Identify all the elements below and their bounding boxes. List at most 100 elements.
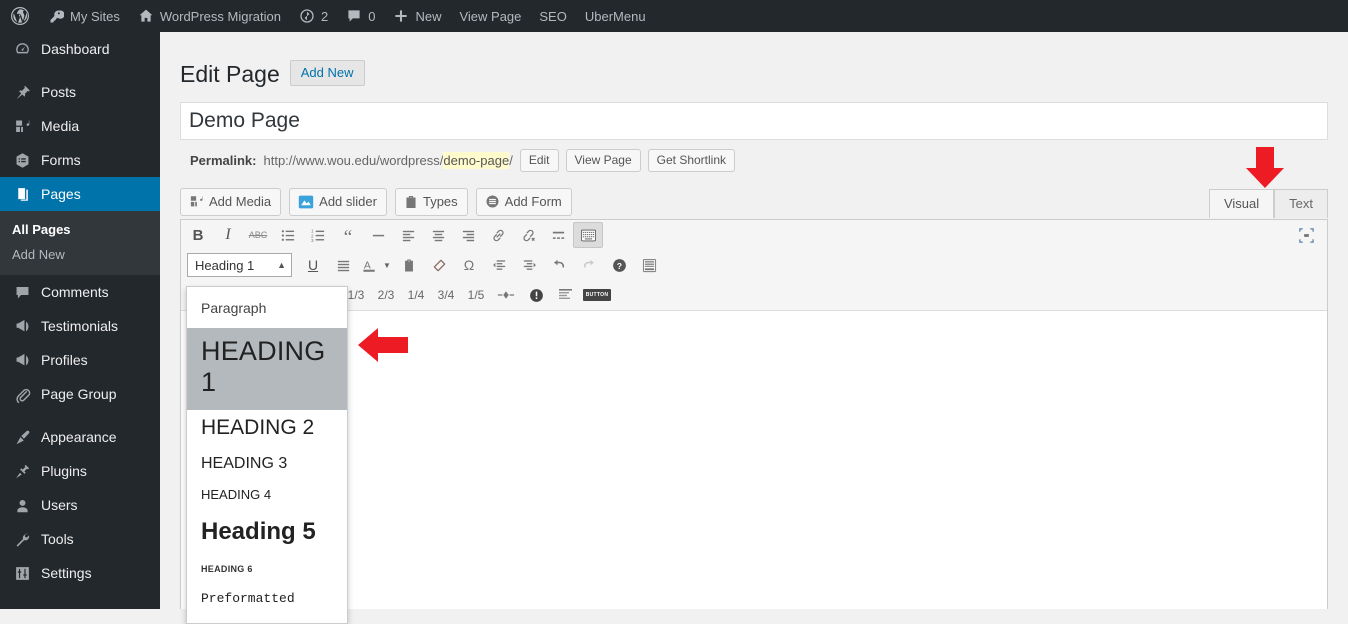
admin-bar-item-seo[interactable]: SEO (530, 0, 575, 32)
add-new-page-button[interactable]: Add New (289, 60, 365, 86)
sidebar-submenu-pages: All Pages Add New (0, 211, 160, 275)
sidebar-item-label: Comments (41, 284, 109, 300)
column-three-fourths-button[interactable]: 3/4 (431, 288, 461, 302)
bold-icon[interactable]: B (183, 222, 213, 248)
outdent-icon[interactable] (484, 252, 514, 278)
justify-icon[interactable] (328, 252, 358, 278)
column-two-thirds-button[interactable]: 2/3 (371, 288, 401, 302)
format-option-heading-6[interactable]: HEADING 6 (187, 557, 347, 582)
add-slider-button[interactable]: Add slider (289, 188, 387, 216)
divider-icon[interactable] (491, 282, 521, 308)
sidebar-item-posts[interactable]: Posts (0, 75, 160, 109)
horizontal-rule-icon[interactable] (363, 222, 393, 248)
admin-bar-item-ubermenu[interactable]: UberMenu (576, 0, 655, 32)
strikethrough-icon[interactable]: ABC (243, 222, 273, 248)
underline-icon[interactable]: U (298, 252, 328, 278)
sidebar-item-label: Users (41, 497, 78, 513)
numbered-list-icon[interactable]: 1 2 3 (303, 222, 333, 248)
toggle-block-icon[interactable] (551, 282, 581, 308)
clear-formatting-icon[interactable] (424, 252, 454, 278)
format-option-heading-5[interactable]: Heading 5 (187, 510, 347, 557)
format-option-paragraph[interactable]: Paragraph (187, 291, 347, 328)
link-icon[interactable] (483, 222, 513, 248)
add-media-button[interactable]: Add Media (180, 188, 282, 216)
column-one-fourth-button[interactable]: 1/4 (401, 288, 431, 302)
paste-as-text-icon[interactable] (394, 252, 424, 278)
toggle-toolbar-icon[interactable] (573, 222, 603, 248)
format-option-heading-2[interactable]: HEADING 2 (187, 410, 347, 449)
permalink-label: Permalink: (190, 152, 257, 168)
sidebar-item-testimonials[interactable]: Testimonials (0, 309, 160, 343)
admin-bar-label: View Page (459, 8, 522, 24)
wordpress-logo-icon[interactable] (0, 0, 40, 32)
special-character-icon[interactable]: Ω (454, 252, 484, 278)
get-shortlink-button[interactable]: Get Shortlink (647, 148, 736, 172)
align-left-icon[interactable] (393, 222, 423, 248)
sidebar-item-tools[interactable]: Tools (0, 522, 160, 556)
unlink-icon[interactable] (513, 222, 543, 248)
fullscreen-expand-icon[interactable] (1291, 222, 1321, 248)
read-more-icon[interactable] (543, 222, 573, 248)
sidebar-subitem-add-new[interactable]: Add New (0, 242, 160, 267)
indent-icon[interactable] (514, 252, 544, 278)
column-one-fifth-button[interactable]: 1/5 (461, 288, 491, 302)
alert-icon[interactable] (521, 282, 551, 308)
view-page-button[interactable]: View Page (565, 148, 641, 172)
admin-bar-item-my-sites[interactable]: My Sites (40, 0, 129, 32)
undo-icon[interactable] (544, 252, 574, 278)
sidebar-item-settings[interactable]: Settings (0, 556, 160, 590)
admin-bar-item-new[interactable]: New (384, 0, 450, 32)
megaphone-icon (12, 352, 32, 369)
permalink-url[interactable]: http://www.wou.edu/wordpress/demo-page / (263, 151, 513, 169)
keyboard-help-icon[interactable]: ? (604, 252, 634, 278)
redo-icon[interactable] (574, 252, 604, 278)
post-title-input[interactable] (180, 102, 1328, 140)
comment-bubble-icon (346, 8, 362, 24)
admin-bar-item-updates[interactable]: 2 (290, 0, 337, 32)
sidebar-item-label: Plugins (41, 463, 87, 479)
sidebar-item-profiles[interactable]: Profiles (0, 343, 160, 377)
blockquote-icon[interactable]: “ (333, 222, 363, 248)
admin-bar-item-view-page[interactable]: View Page (450, 0, 530, 32)
editor-box: B I ABC 1 2 3 “ Heading 1 ▲ U A ▼ Ω ? 1/… (180, 219, 1328, 609)
sidebar-item-comments[interactable]: Comments (0, 275, 160, 309)
align-center-icon[interactable] (423, 222, 453, 248)
sidebar-item-plugins[interactable]: Plugins (0, 454, 160, 488)
sidebar-subitem-all-pages[interactable]: All Pages (0, 217, 160, 242)
italic-icon[interactable]: I (213, 222, 243, 248)
admin-bar-item-comments[interactable]: 0 (337, 0, 384, 32)
format-option-preformatted[interactable]: Preformatted (187, 582, 347, 617)
text-color-icon[interactable]: A (358, 252, 380, 278)
sidebar-item-forms[interactable]: Forms (0, 143, 160, 177)
chevron-down-icon[interactable]: ▼ (380, 252, 394, 278)
format-select[interactable]: Heading 1 ▲ (187, 253, 292, 277)
format-option-heading-4[interactable]: HEADING 4 (187, 481, 347, 510)
sidebar-item-appearance[interactable]: Appearance (0, 420, 160, 454)
bullet-list-icon[interactable] (273, 222, 303, 248)
sidebar-item-media[interactable]: Media (0, 109, 160, 143)
tab-visual[interactable]: Visual (1208, 189, 1275, 218)
sidebar-item-label: Tools (41, 531, 74, 547)
edit-permalink-button[interactable]: Edit (519, 148, 559, 172)
forms-icon (12, 152, 32, 169)
format-option-heading-1[interactable]: HEADING 1 (187, 328, 347, 410)
red-down-arrow-annotation (1244, 147, 1286, 193)
sidebar-item-dashboard[interactable]: Dashboard (0, 32, 160, 66)
red-left-arrow-annotation (358, 327, 408, 368)
align-right-icon[interactable] (453, 222, 483, 248)
toolbar-row-3: 1/3 2/3 1/4 3/4 1/5 BUTTON (181, 280, 1327, 310)
shortcode-button[interactable]: BUTTON (581, 282, 613, 308)
sidebar-item-page-group[interactable]: Page Group (0, 377, 160, 411)
sliders-icon (12, 565, 32, 582)
sidebar-item-users[interactable]: Users (0, 488, 160, 522)
tab-text[interactable]: Text (1274, 189, 1328, 218)
sidebar-item-pages[interactable]: Pages (0, 177, 168, 211)
admin-bar-item-site-name[interactable]: WordPress Migration (129, 0, 290, 32)
format-option-heading-3[interactable]: HEADING 3 (187, 449, 347, 481)
add-form-button[interactable]: Add Form (475, 188, 572, 216)
updates-icon (299, 8, 315, 24)
page-builder-icon[interactable] (634, 252, 664, 278)
key-icon (49, 9, 64, 24)
editor-content-area[interactable] (181, 311, 1327, 609)
types-button[interactable]: Types (394, 188, 468, 216)
